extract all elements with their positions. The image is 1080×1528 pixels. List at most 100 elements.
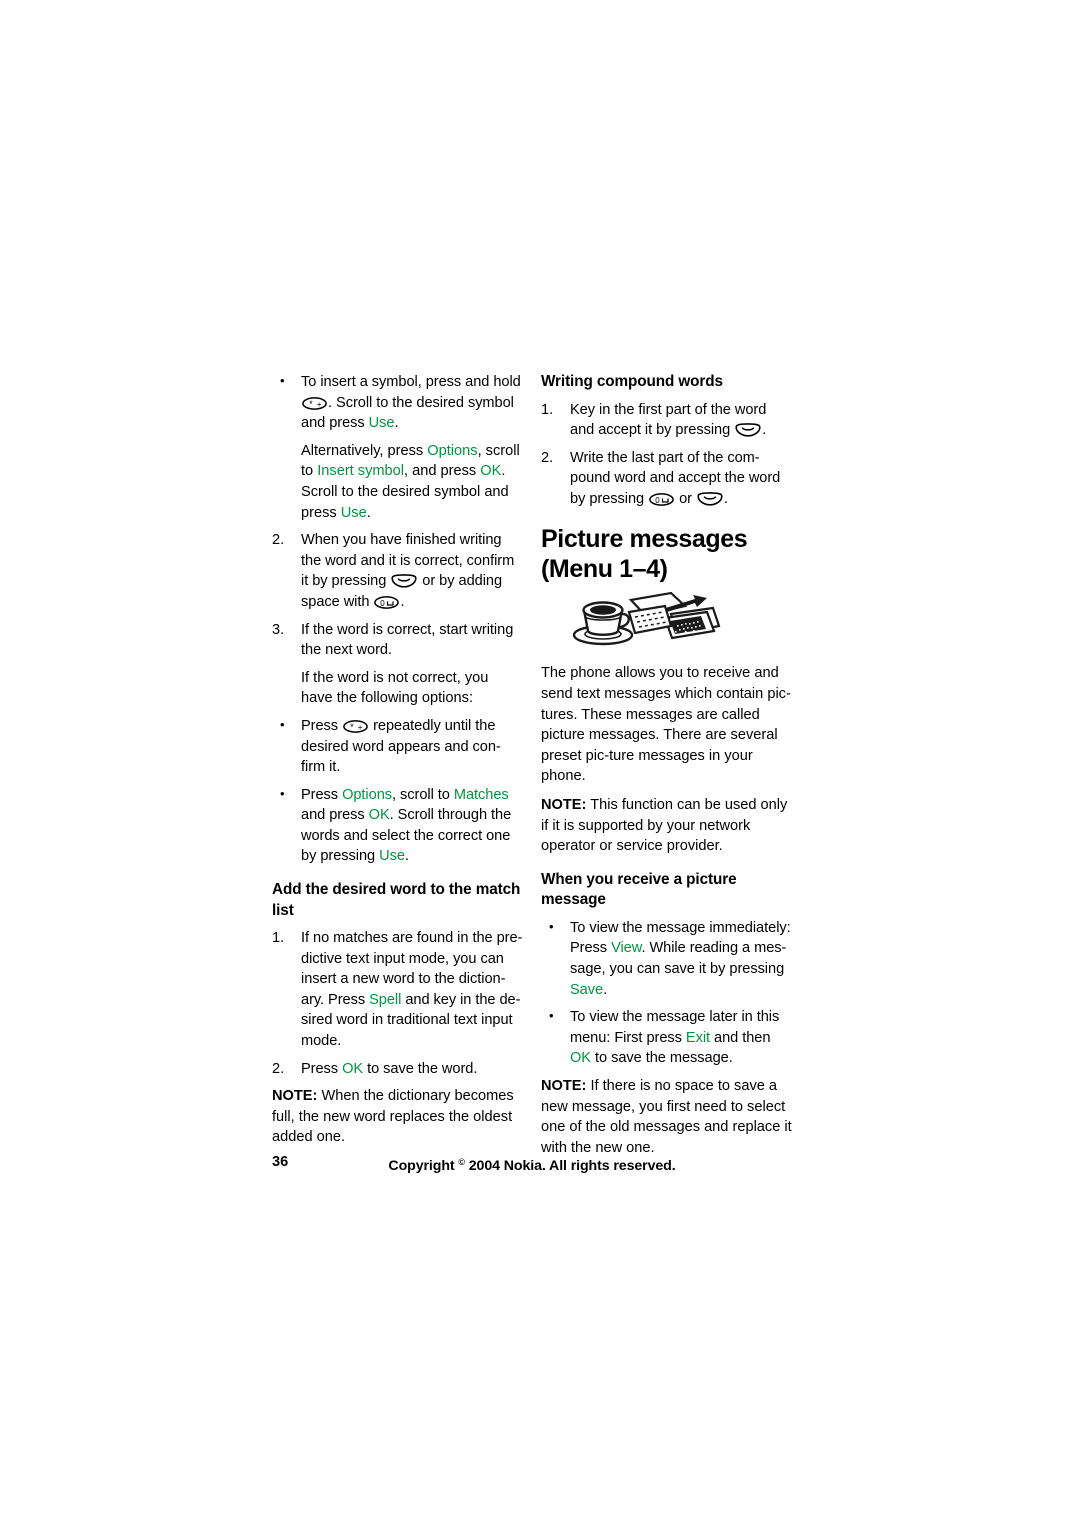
alternatively-paragraph: Alternatively, press Options, scroll to … (272, 441, 523, 523)
step-number: 2. (541, 449, 554, 466)
list-item: 2. Press OK to save the word. (272, 1059, 523, 1080)
softkey-ok: OK (368, 807, 390, 824)
select-key-icon (391, 574, 417, 588)
copyright-suffix: 2004 Nokia. All rights reserved. (468, 1158, 676, 1174)
softkey-use: Use (340, 504, 367, 521)
copyright-notice: Copyright © 2004 Nokia. All rights reser… (272, 1152, 792, 1176)
view-now-part3: . (603, 981, 608, 998)
view-later-part2: and then (710, 1029, 771, 1046)
add-step2-part1: Press (301, 1060, 343, 1077)
note-label: NOTE: (541, 1077, 587, 1094)
softkey-view: View (611, 940, 642, 957)
chapter-title-line2: (Menu 1–4) (541, 555, 668, 584)
select-key-icon (735, 423, 761, 437)
compound-step1-part2: . (762, 422, 767, 439)
chapter-title: Picture messages (Menu 1–4) (541, 524, 792, 584)
compound-steps-list: 1. Key in the first part of the word and … (541, 400, 792, 510)
compound-step2-part2: or (675, 490, 696, 507)
page-content: • To insert a symbol, press and hold * +. … (272, 372, 792, 1166)
step-number: 3. (272, 621, 285, 638)
two-column-layout: • To insert a symbol, press and hold * +. … (272, 372, 792, 1166)
right-column: Writing compound words 1. Key in the firs… (541, 372, 792, 1166)
step-number: 2. (272, 1060, 285, 1077)
softkey-spell: Spell (369, 991, 402, 1008)
press-options-part2: , scroll to (392, 786, 454, 803)
bullet-icon: • (549, 1008, 554, 1024)
writing-steps-list: 2. When you have finished writing the wor… (272, 530, 523, 661)
view-later-part3: to save the message. (591, 1050, 733, 1067)
step-number: 2. (272, 532, 285, 549)
softkey-options: Options (427, 442, 478, 459)
svg-text:*: * (309, 399, 313, 409)
bullet-icon: • (280, 785, 285, 801)
zero-space-key-icon: 0 (649, 493, 674, 506)
copyright-symbol: © (458, 1157, 465, 1167)
svg-text:+: + (317, 400, 322, 409)
chapter-title-line1: Picture messages (541, 525, 748, 554)
step3-text: If the word is correct, start writing th… (301, 621, 514, 659)
softkey-exit: Exit (685, 1029, 711, 1046)
alternatively-part1: Alternatively, press (301, 442, 428, 459)
softkey-ok: OK (570, 1050, 591, 1067)
symbol-bullet-list: • To insert a symbol, press and hold * +. … (272, 372, 523, 434)
step2-part3: . (400, 593, 405, 610)
list-item: 1. If no matches are found in the pre-dic… (272, 928, 523, 1052)
bullet-icon: • (280, 716, 285, 732)
list-item: • Press Options, scroll to Matches and pr… (272, 785, 523, 867)
bullet-icon: • (280, 373, 285, 388)
list-item: 2. When you have finished writing the wor… (272, 530, 523, 612)
bullet-icon: • (549, 918, 554, 934)
svg-text:+: + (358, 723, 363, 732)
heading-when-you-receive: When you receive a picture message (541, 870, 737, 909)
svg-text:0: 0 (655, 496, 660, 505)
heading-add-desired-word: Add the desired word to the match list (272, 881, 521, 919)
note-label: NOTE: (272, 1088, 318, 1105)
insert-symbol-text-part3: . (394, 415, 399, 432)
alternatively-part3: , and press (404, 463, 481, 480)
softkey-use: Use (368, 415, 395, 432)
menu-insert-symbol: Insert symbol (317, 463, 405, 480)
softkey-ok: OK (480, 463, 502, 480)
zero-space-key-icon: 0 (374, 596, 400, 609)
list-item: • To view the message immediately: Press … (541, 918, 792, 1000)
alternatively-part5: . (366, 504, 371, 521)
list-item: • To view the message later in this menu:… (541, 1007, 792, 1069)
step-number: 1. (272, 930, 285, 947)
list-item: 1. Key in the first part of the word and … (541, 400, 792, 441)
insert-symbol-text-part1: To insert a symbol, press and hold (301, 374, 521, 390)
compound-step2-part3: . (723, 490, 728, 507)
star-plus-key-icon: * + (343, 720, 368, 733)
receive-bullet-list: • To view the message immediately: Press … (541, 918, 792, 1069)
page-footer: 36 Copyright © 2004 Nokia. All rights re… (272, 1152, 792, 1174)
coffee-cup-and-letters-icon (567, 590, 727, 652)
not-correct-paragraph: If the word is not correct, you have the… (301, 669, 489, 707)
softkey-options: Options (342, 786, 393, 803)
svg-text:*: * (350, 722, 354, 732)
star-plus-key-icon: * + (302, 396, 327, 410)
add-word-steps-list: 1. If no matches are found in the pre-dic… (272, 928, 523, 1079)
left-column: • To insert a symbol, press and hold * +. … (272, 372, 523, 1156)
select-key-icon (697, 491, 723, 506)
press-options-part1: Press (301, 786, 343, 803)
press-star-part1: Press (301, 717, 343, 734)
press-options-part3: and press (301, 807, 369, 824)
document-page: • To insert a symbol, press and hold * +. … (0, 0, 1080, 1528)
options-bullet-list: • Press * + repeatedly until the desired w… (272, 716, 523, 867)
softkey-use: Use (379, 848, 405, 865)
insert-symbol-text-part2: . Scroll to the desired symbol and press (301, 394, 514, 432)
picture-messages-intro: The phone allows you to receive and send… (541, 665, 791, 785)
list-item: 2. Write the last part of the com-pound w… (541, 448, 792, 510)
note-network-operator: NOTE: This function can be used only if … (541, 795, 792, 857)
note-dictionary-full: NOTE: When the dictionary becomes full, … (272, 1086, 523, 1148)
list-item: 3. If the word is correct, start writing … (272, 620, 523, 661)
note-label: NOTE: (541, 797, 587, 814)
menu-matches: Matches (453, 786, 509, 803)
list-item: • To insert a symbol, press and hold * +. … (272, 372, 523, 434)
heading-writing-compound-words: Writing compound words (541, 373, 723, 390)
softkey-save: Save (570, 981, 604, 998)
press-options-part5: . (404, 848, 409, 865)
list-item: • Press * + repeatedly until the desired w… (272, 716, 523, 778)
copyright-prefix: Copyright (388, 1158, 455, 1174)
step-number: 1. (541, 401, 554, 418)
softkey-ok: OK (342, 1060, 364, 1077)
